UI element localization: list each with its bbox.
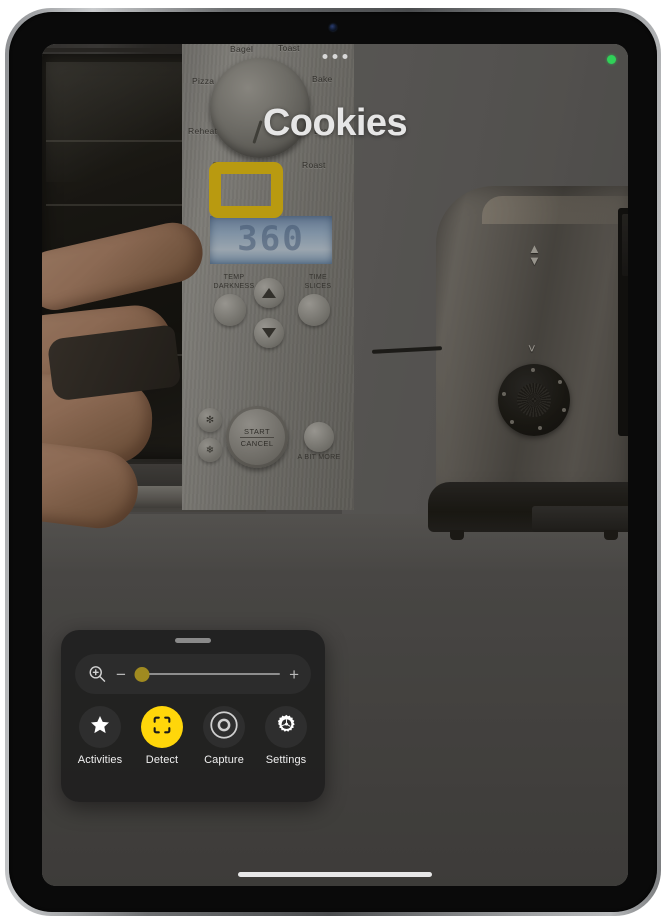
activities-button[interactable]: Activities [69,706,131,766]
multitask-dot [332,54,338,59]
zoom-control-row[interactable]: − + [75,654,311,694]
gear-icon [275,713,298,741]
front-camera-icon [329,24,337,31]
ipad-device: ▲ ▼ ˅ Bagel Toast Pizza Bake Reheat Broi… [5,8,661,916]
capture-button[interactable]: Capture [193,706,255,766]
viewfinder-icon [151,714,173,741]
detect-icon-container [141,706,183,748]
device-screen: ▲ ▼ ˅ Bagel Toast Pizza Bake Reheat Broi… [42,44,628,886]
zoom-slider[interactable] [134,665,281,683]
magnifier-control-panel[interactable]: − + Activities Detect Capture Settings [61,630,325,802]
multitask-dot [342,54,348,59]
settings-button[interactable]: Settings [255,706,317,766]
capture-icon-container [203,706,245,748]
settings-icon-container [265,706,307,748]
settings-label: Settings [265,754,307,766]
activities-icon-container [79,706,121,748]
panel-drag-handle[interactable] [175,638,211,643]
detection-bounding-box [209,162,283,218]
home-indicator[interactable] [238,872,432,877]
capture-ring-icon [209,710,239,745]
camera-privacy-indicator [607,55,616,64]
device-bezel: ▲ ▼ ˅ Bagel Toast Pizza Bake Reheat Broi… [9,12,657,912]
action-button-row: Activities Detect Capture Settings [69,706,317,766]
multitasking-menu-button[interactable] [322,54,348,59]
detected-text-label: Cookies [262,102,408,144]
zoom-slider-track [134,673,281,675]
zoom-increase-button[interactable]: + [289,666,299,683]
activities-label: Activities [77,754,123,766]
capture-label: Capture [204,754,244,766]
magnifier-plus-icon [87,664,107,684]
detect-label: Detect [145,754,179,766]
star-icon [89,714,111,741]
detect-button[interactable]: Detect [131,706,193,766]
zoom-slider-knob[interactable] [134,666,150,682]
multitask-dot [322,54,328,59]
zoom-decrease-button[interactable]: − [116,666,126,683]
